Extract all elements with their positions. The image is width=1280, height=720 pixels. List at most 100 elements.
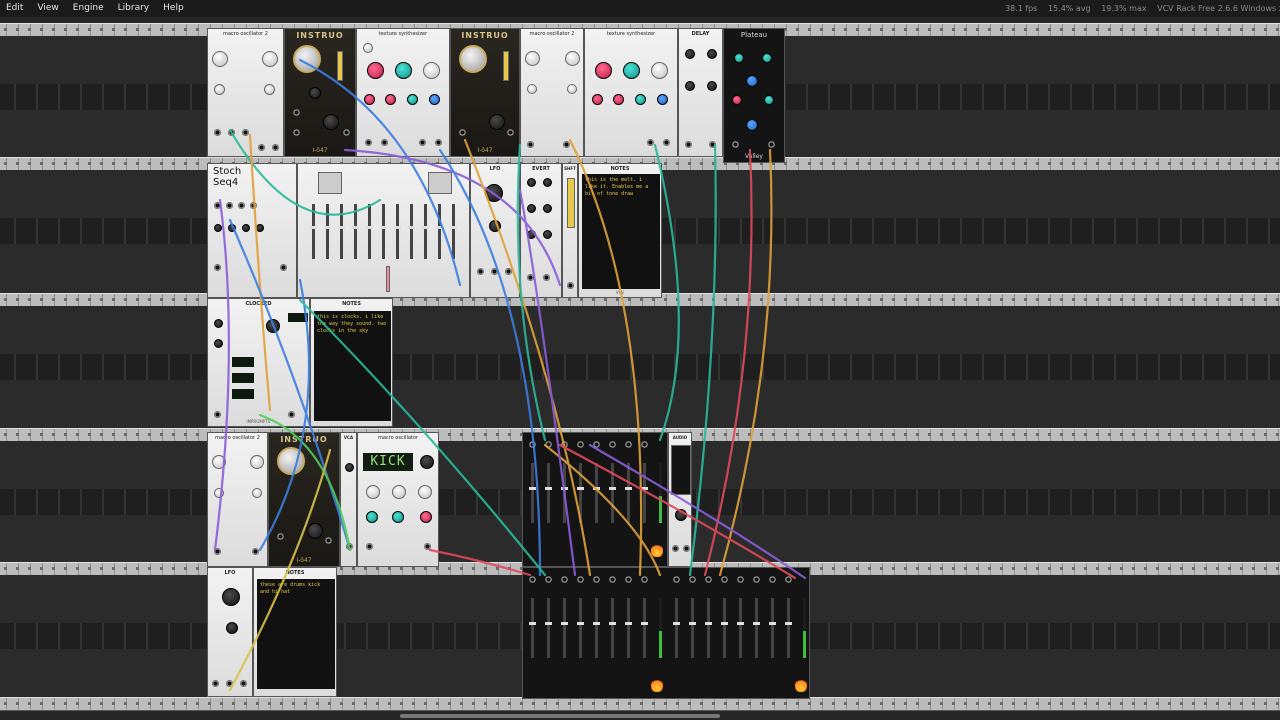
channel-fader[interactable] [609, 598, 616, 658]
morph-knob[interactable] [252, 488, 262, 498]
channel-input-jack[interactable] [593, 441, 600, 448]
notes-text-area[interactable]: these are drums kick and hi hat [257, 579, 335, 689]
pitch-knob[interactable] [423, 62, 440, 79]
size-knob[interactable] [395, 62, 412, 79]
output-jack[interactable] [240, 680, 247, 687]
param-knob[interactable] [366, 511, 378, 523]
channel-input-jack[interactable] [641, 441, 648, 448]
param-knob[interactable] [762, 53, 772, 63]
input-jack[interactable] [459, 129, 466, 136]
run-jack[interactable] [214, 411, 221, 418]
menu-view[interactable]: View [30, 0, 65, 17]
channel-input-jack[interactable] [529, 441, 536, 448]
output-jack[interactable] [435, 139, 442, 146]
model-knob[interactable] [420, 455, 434, 469]
audio-interface-module[interactable]: AUDIO [668, 432, 692, 567]
macro-oscillator-module-3[interactable]: macro oscillator 2 [207, 432, 268, 567]
slider[interactable] [337, 51, 343, 81]
param-knob[interactable] [527, 204, 536, 213]
output-jack[interactable] [343, 129, 350, 136]
delay-module[interactable]: DELAY [678, 28, 723, 157]
position-knob[interactable] [595, 62, 612, 79]
output-jack[interactable] [288, 411, 295, 418]
output-jack[interactable] [212, 680, 219, 687]
size-knob[interactable] [623, 62, 640, 79]
mixer-module-1[interactable] [522, 432, 668, 567]
input-jack[interactable] [683, 545, 690, 552]
param-knob[interactable] [732, 95, 742, 105]
sequencer-fader-module[interactable] [297, 163, 470, 298]
macro-oscillator-module-1[interactable]: macro oscillator 2 [207, 28, 284, 157]
patt-jack[interactable] [238, 202, 245, 209]
input-jack[interactable] [685, 141, 692, 148]
tone-knob[interactable] [685, 81, 695, 91]
param-knob[interactable] [543, 230, 552, 239]
input-jack[interactable] [365, 139, 372, 146]
channel-input-jack[interactable] [545, 441, 552, 448]
step-fader[interactable] [338, 204, 345, 259]
step-fader[interactable] [324, 204, 331, 259]
channel-input-jack[interactable] [577, 576, 584, 583]
freq-knob[interactable] [485, 184, 503, 202]
pulse-width-knob[interactable] [226, 622, 238, 634]
channel-input-jack[interactable] [769, 576, 776, 583]
channel-input-jack[interactable] [753, 576, 760, 583]
slider[interactable] [503, 51, 509, 81]
menu-help[interactable]: Help [156, 0, 191, 17]
timbre-knob[interactable] [214, 84, 225, 95]
blend-knob[interactable] [407, 94, 418, 105]
output-jack[interactable] [768, 141, 775, 148]
output-jack[interactable] [424, 543, 431, 550]
shift-module[interactable]: SHFT [562, 163, 578, 298]
output-jack[interactable] [543, 274, 550, 281]
pitch-jack[interactable] [214, 264, 221, 271]
param-knob[interactable] [323, 114, 339, 130]
param-knob[interactable] [527, 230, 536, 239]
param-knob[interactable] [746, 119, 758, 131]
menu-edit[interactable]: Edit [0, 0, 30, 17]
output-jack[interactable] [563, 141, 570, 148]
channel-input-jack[interactable] [625, 576, 632, 583]
input-jack[interactable] [732, 141, 739, 148]
reset-jack[interactable] [250, 202, 257, 209]
channel-input-jack[interactable] [561, 441, 568, 448]
mix-knob[interactable] [707, 81, 717, 91]
step-knob[interactable] [228, 224, 236, 232]
step-fader[interactable] [422, 204, 429, 259]
output-jack[interactable] [477, 268, 484, 275]
channel-fader[interactable] [529, 463, 536, 523]
output-jack[interactable] [491, 268, 498, 275]
channel-fader[interactable] [689, 598, 696, 658]
input-jack[interactable] [527, 141, 534, 148]
output-jack[interactable] [280, 264, 287, 271]
channel-fader[interactable] [593, 598, 600, 658]
notes-text-area[interactable]: this is clocks. i like the way they soun… [314, 311, 391, 421]
channel-input-jack[interactable] [593, 576, 600, 583]
frequency-knob[interactable] [525, 51, 540, 66]
param-knob[interactable] [309, 87, 321, 99]
time-knob[interactable] [685, 49, 695, 59]
menu-engine[interactable]: Engine [66, 0, 111, 17]
param-knob[interactable] [764, 95, 774, 105]
output-jack[interactable] [252, 548, 259, 555]
input-jack[interactable] [228, 129, 235, 136]
channel-input-jack[interactable] [625, 441, 632, 448]
menu-library[interactable]: Library [111, 0, 156, 17]
output-jack[interactable] [505, 268, 512, 275]
texture-knob[interactable] [385, 94, 396, 105]
channel-fader[interactable] [545, 463, 552, 523]
density-knob[interactable] [592, 94, 603, 105]
channel-input-jack[interactable] [641, 576, 648, 583]
kick-oscillator-module[interactable]: macro oscillator KICK [357, 432, 439, 567]
texture-synthesizer-module-2[interactable]: texture synthesizer [584, 28, 678, 157]
harmonics-knob[interactable] [262, 51, 278, 67]
output-jack[interactable] [325, 537, 332, 544]
instruo-module-3[interactable]: INSTRUO I-ō47 [268, 432, 340, 567]
input-jack[interactable] [527, 274, 534, 281]
channel-input-jack[interactable] [561, 576, 568, 583]
reset-button[interactable] [214, 319, 223, 328]
channel-input-jack[interactable] [785, 576, 792, 583]
timbre-knob[interactable] [214, 488, 224, 498]
channel-input-jack[interactable] [737, 576, 744, 583]
timbre-knob[interactable] [418, 485, 432, 499]
